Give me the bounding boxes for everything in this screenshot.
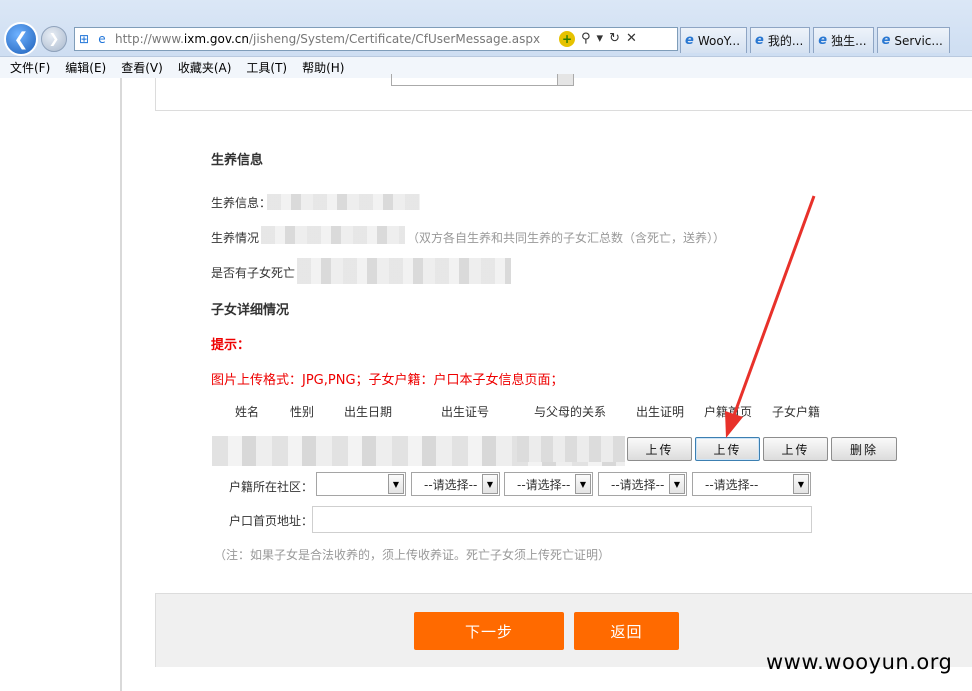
select-value: --请选择-- (611, 477, 665, 492)
select-arrow (557, 74, 573, 85)
header-name: 姓名 (235, 405, 260, 419)
upload-household-home-button[interactable]: 上传 (695, 437, 760, 461)
chevron-down-icon: ▼ (482, 474, 498, 494)
menu-help[interactable]: 帮助(H) (302, 59, 344, 76)
menu-view[interactable]: 查看(V) (121, 59, 163, 76)
community-select-1[interactable]: ▼ (316, 472, 406, 496)
header-gender: 性别 (290, 405, 315, 419)
ie-tab-icon: e (685, 33, 694, 48)
menu-favorites[interactable]: 收藏夹(A) (178, 59, 232, 76)
adoption-note: （注：如果子女是合法收养的，须上传收养证。死亡子女须上传死亡证明） (214, 548, 611, 562)
url-path: /jisheng/System/Certificate/CfUserMessag… (249, 32, 541, 46)
arrow-left-icon: ❮ (13, 28, 29, 50)
community-select-3[interactable]: --请选择-- ▼ (504, 472, 593, 496)
info-value-redacted (267, 194, 420, 210)
select-value: --请选择-- (424, 477, 478, 492)
section-title: 生养信息 (211, 153, 264, 168)
select-value: --请选择-- (517, 477, 571, 492)
child-relation-redacted (517, 436, 625, 462)
tab-label: 我的... (767, 34, 804, 48)
tip-text: 图片上传格式：JPG,PNG；子女户籍：户口本子女信息页面； (211, 373, 564, 388)
back-button[interactable]: ❮ (4, 22, 38, 56)
menu-file[interactable]: 文件(F) (10, 59, 50, 76)
previous-section (155, 74, 972, 111)
upload-birth-cert-button[interactable]: 上传 (627, 437, 692, 461)
header-household-home: 户籍首页 (704, 405, 753, 419)
tip-label: 提示： (211, 338, 251, 353)
tab-label: Servic... (894, 33, 943, 48)
delete-button[interactable]: 删除 (831, 437, 897, 461)
url-prefix: http://www. (115, 32, 184, 46)
homepage-address-label: 户口首页地址： (229, 514, 314, 528)
community-select-2[interactable]: --请选择-- ▼ (411, 472, 500, 496)
chevron-down-icon: ▼ (575, 474, 591, 494)
children-title: 子女详细情况 (211, 303, 290, 318)
tab-wooyun[interactable]: e WooY... (680, 27, 748, 53)
url-domain: ixm.gov.cn (183, 32, 250, 46)
select-value: --请选择-- (705, 477, 759, 492)
next-step-button[interactable]: 下一步 (414, 612, 564, 650)
addon-icon[interactable]: + (559, 31, 575, 47)
form-content: 生养信息 生养信息： 生养情况 （双方各自生养和共同生养的子女汇总数（含死亡，送… (155, 74, 972, 691)
left-sidebar (0, 78, 122, 691)
header-birth-cert-no: 出生证号 (441, 405, 490, 419)
community-select-5[interactable]: --请选择-- ▼ (692, 472, 811, 496)
chevron-down-icon: ▼ (669, 474, 685, 494)
close-icon[interactable]: ✕ (626, 31, 637, 47)
tab-service[interactable]: e Servic... (876, 27, 950, 53)
chevron-down-icon: ▼ (388, 474, 404, 494)
tab-mine[interactable]: e 我的... (750, 27, 811, 53)
chevron-down-icon: ▼ (793, 474, 809, 494)
arrow-right-icon: ❯ (48, 31, 60, 47)
ie-tab-icon: e (755, 33, 764, 48)
death-label: 是否有子女死亡 (211, 266, 296, 280)
tab-label: 独生... (831, 34, 867, 48)
browser-chrome: ❮ ❯ ⊞ e http://www.ixm.gov.cn/jisheng/Sy… (0, 0, 972, 78)
address-bar[interactable]: ⊞ e http://www.ixm.gov.cn/jisheng/System… (74, 27, 678, 51)
status-label: 生养情况 (211, 231, 260, 245)
cut-off-select[interactable] (391, 74, 574, 86)
death-value-redacted (297, 258, 511, 284)
tab-dusheng[interactable]: e 独生... (813, 27, 874, 53)
ie-page-icon: e (98, 32, 106, 46)
upload-child-household-button[interactable]: 上传 (763, 437, 828, 461)
homepage-address-input[interactable] (312, 506, 812, 533)
header-child-household: 子女户籍 (772, 405, 821, 419)
tab-strip: e WooY... e 我的... e 独生... e Servic... (680, 27, 950, 53)
menu-tools[interactable]: 工具(T) (246, 59, 287, 76)
compat-icon[interactable]: ⊞ (75, 32, 93, 46)
back-button-form[interactable]: 返回 (574, 612, 679, 650)
watermark: www.wooyun.org (766, 650, 953, 674)
search-icon[interactable]: ⚲ (581, 31, 591, 47)
status-value-redacted (261, 226, 405, 244)
menu-edit[interactable]: 编辑(E) (65, 59, 106, 76)
header-birth-date: 出生日期 (344, 405, 393, 419)
ie-tab-icon: e (881, 33, 891, 48)
url-text[interactable]: http://www.ixm.gov.cn/jisheng/System/Cer… (111, 32, 553, 46)
info-label: 生养信息： (211, 196, 272, 210)
refresh-icon[interactable]: ↻ (609, 31, 620, 47)
status-hint: （双方各自生养和共同生养的子女汇总数（含死亡，送养）） (407, 231, 726, 245)
community-label: 户籍所在社区： (229, 480, 314, 494)
dropdown-icon[interactable]: ▾ (597, 31, 604, 47)
header-birth-cert: 出生证明 (636, 405, 685, 419)
ie-tab-icon: e (818, 33, 828, 48)
tab-label: WooY... (697, 33, 741, 48)
forward-button[interactable]: ❯ (41, 26, 67, 52)
header-relation: 与父母的关系 (534, 405, 607, 419)
community-select-4[interactable]: --请选择-- ▼ (598, 472, 687, 496)
screen: { "browser": { "url_prefix": "http://www… (0, 0, 972, 691)
